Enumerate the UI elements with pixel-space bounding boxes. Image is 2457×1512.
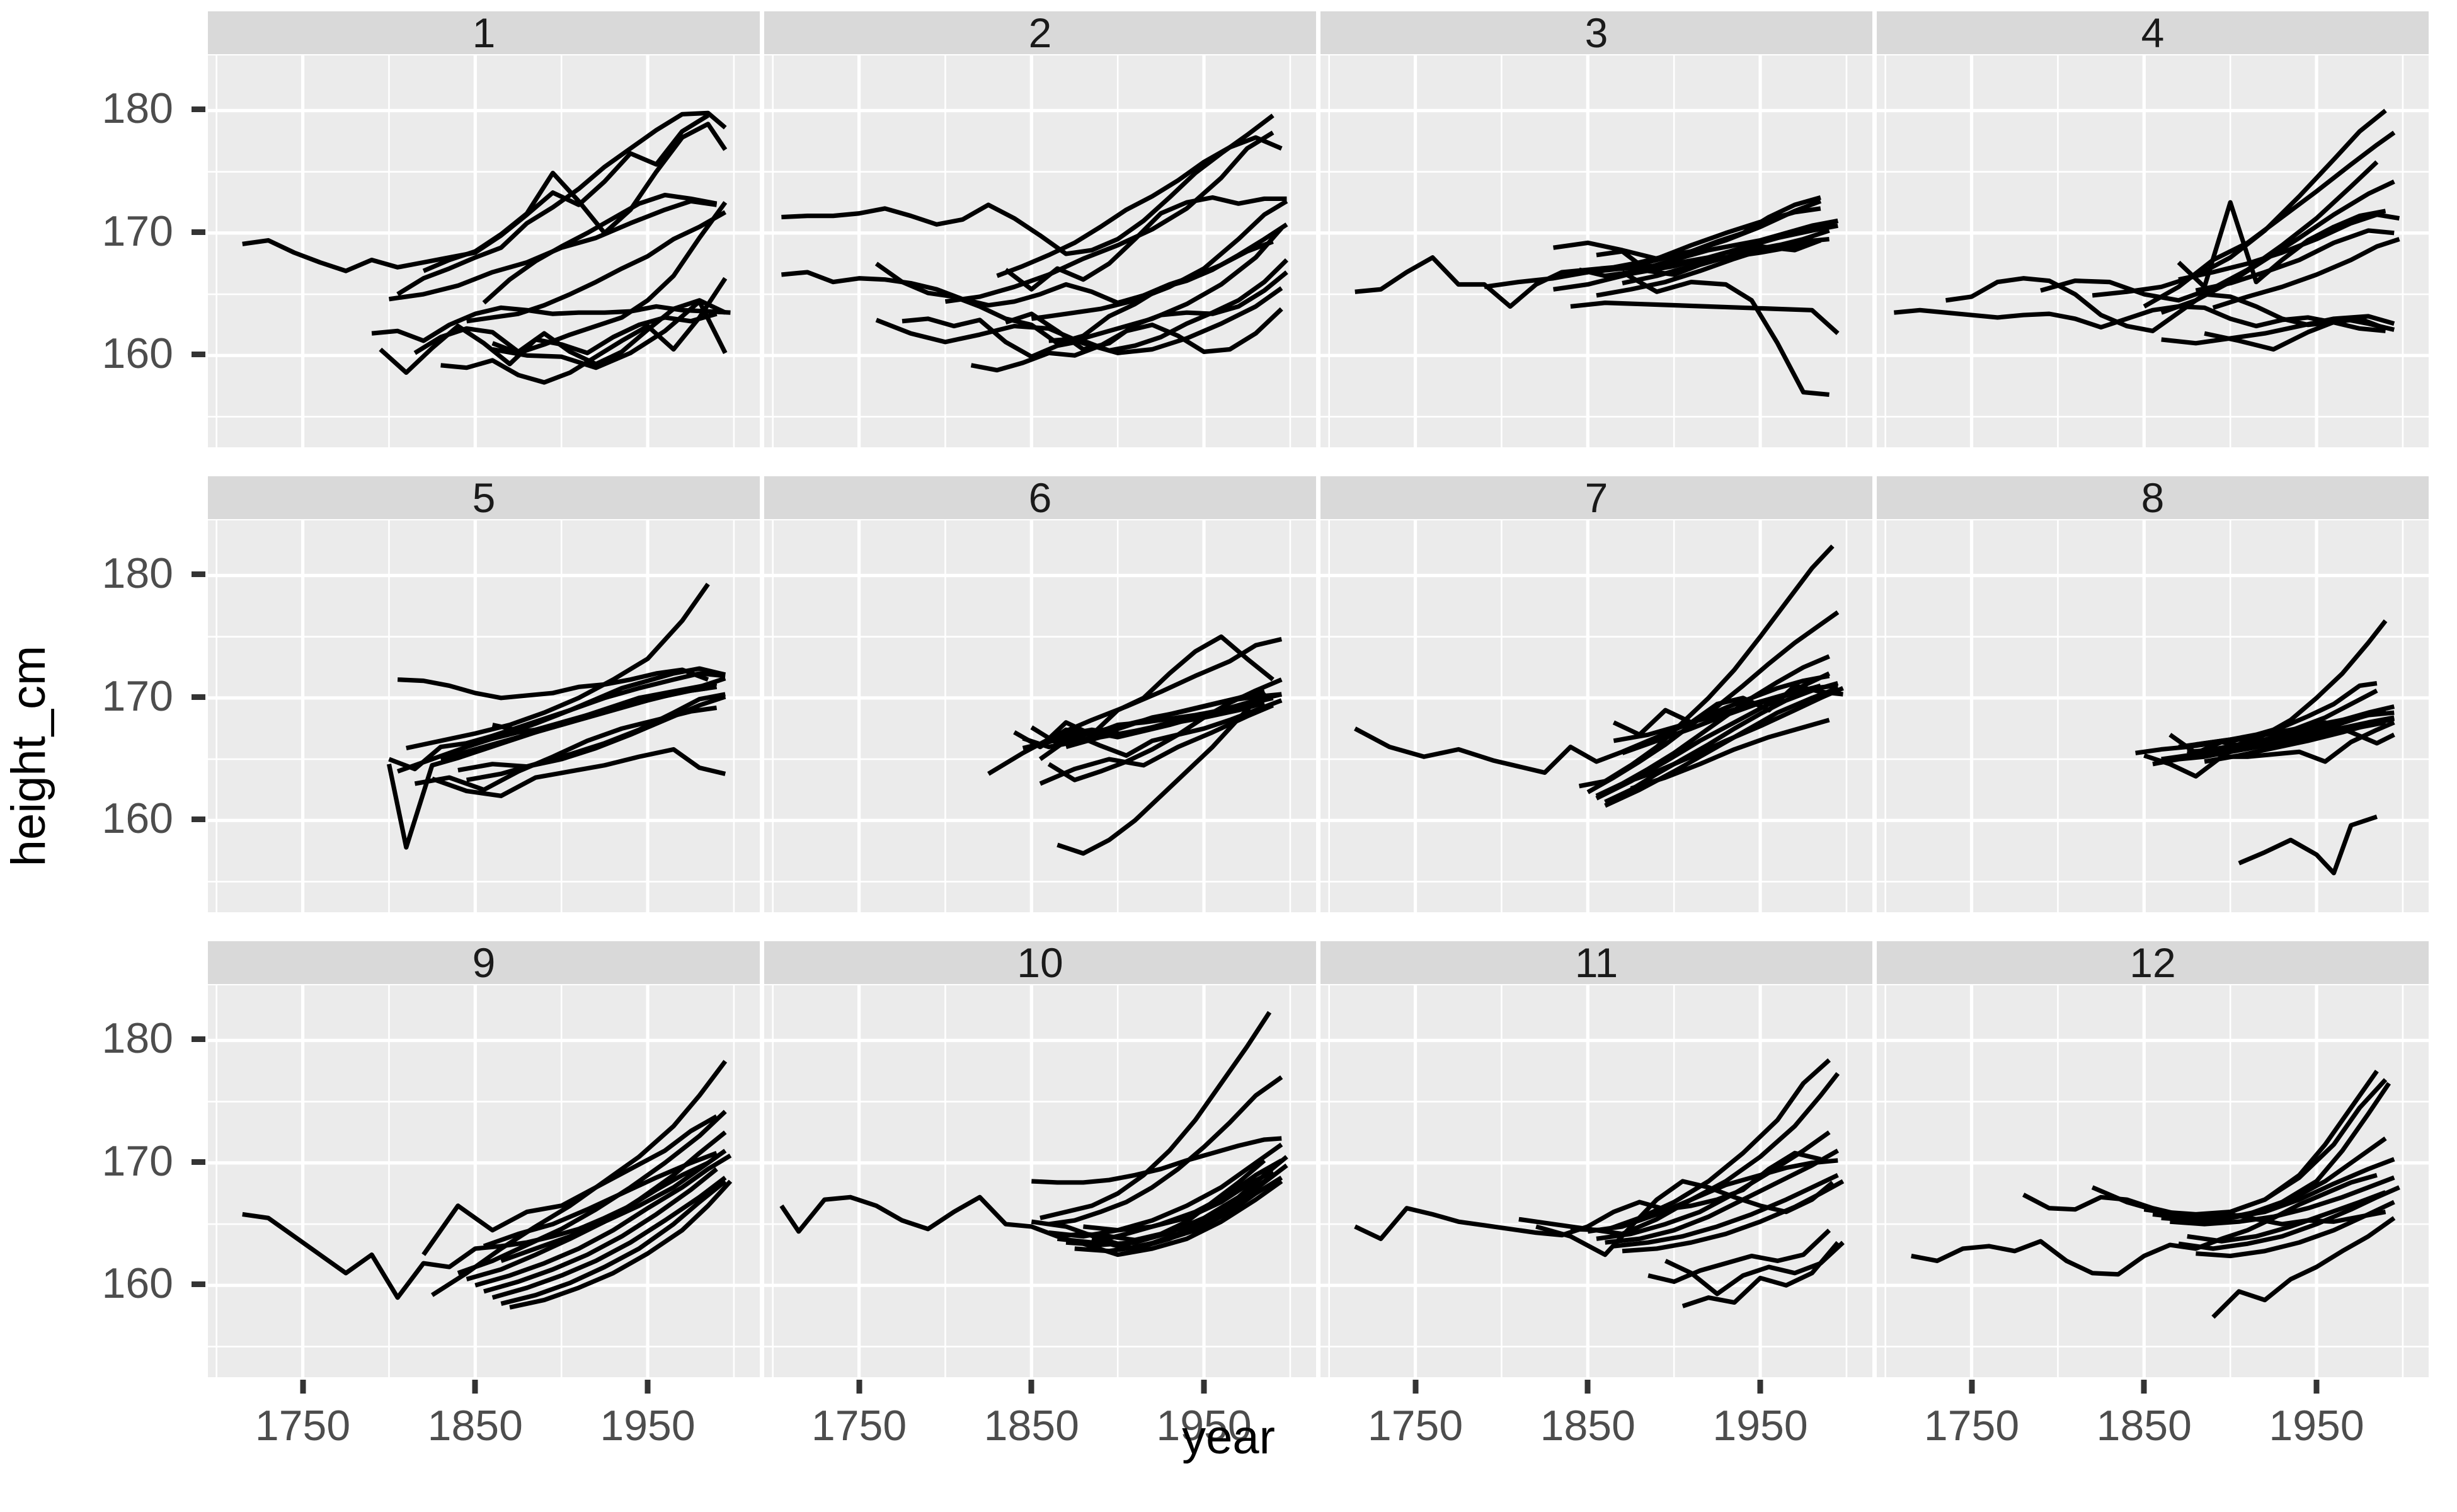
facet-panel-10: 10 xyxy=(764,941,1316,1377)
y-tick-mark xyxy=(192,816,205,823)
facet-panel-11: 11 xyxy=(1320,941,1872,1377)
panel-body-12 xyxy=(1877,985,2429,1377)
x-tick-mark xyxy=(300,1380,306,1394)
panel-body-9 xyxy=(208,985,760,1377)
y-tick-mark xyxy=(192,352,205,358)
y-tick-mark xyxy=(192,571,205,578)
series-line xyxy=(484,195,717,303)
panel-body-4 xyxy=(1877,55,2429,447)
y-tick-mark xyxy=(192,106,205,113)
x-axis-title: year xyxy=(1182,1411,1275,1464)
facet-strip-label: 2 xyxy=(764,11,1316,54)
y-tick-label: 180 xyxy=(101,1014,173,1063)
facet-strip-label: 10 xyxy=(764,941,1316,984)
y-tick-label: 180 xyxy=(101,84,173,133)
facet-strip-label: 3 xyxy=(1320,11,1872,54)
x-tick-mark xyxy=(1412,1380,1419,1394)
y-tick-label: 180 xyxy=(101,549,173,598)
facet-strip-label: 7 xyxy=(1320,476,1872,519)
y-tick-label: 160 xyxy=(101,329,173,378)
x-tick-mark xyxy=(472,1380,478,1394)
facet-panel-3: 3 xyxy=(1320,11,1872,447)
y-tick-label: 170 xyxy=(101,1137,173,1185)
y-tick-label: 170 xyxy=(101,672,173,720)
facet-strip-label: 1 xyxy=(208,11,760,54)
facet-panel-6: 6 xyxy=(764,476,1316,912)
facet-panel-4: 4 xyxy=(1877,11,2429,447)
series-line xyxy=(945,132,1273,301)
y-tick-mark xyxy=(192,1281,205,1288)
y-tick-mark xyxy=(192,1036,205,1043)
panel-body-6 xyxy=(764,520,1316,912)
facet-strip-label: 5 xyxy=(208,476,760,519)
x-tick-mark xyxy=(1584,1380,1591,1394)
y-tick-mark xyxy=(192,694,205,700)
facet-panel-2: 2 xyxy=(764,11,1316,447)
x-tick-mark xyxy=(2141,1380,2147,1394)
x-tick-mark xyxy=(1757,1380,1763,1394)
facet-strip-label: 11 xyxy=(1320,941,1872,984)
y-tick-mark xyxy=(192,1159,205,1165)
x-tick-mark xyxy=(1028,1380,1034,1394)
facet-panel-12: 12 xyxy=(1877,941,2429,1377)
facet-panel-9: 9 xyxy=(208,941,760,1377)
series-line xyxy=(2239,816,2377,873)
y-tick-label: 170 xyxy=(101,207,173,255)
facet-panel-5: 5 xyxy=(208,476,760,912)
x-tick-mark xyxy=(1969,1380,1975,1394)
series-line xyxy=(1622,272,1830,394)
x-tick-mark xyxy=(856,1380,862,1394)
facet-strip-label: 4 xyxy=(1877,11,2429,54)
y-tick-label: 160 xyxy=(101,794,173,843)
x-tick-mark xyxy=(2313,1380,2320,1394)
panel-body-7 xyxy=(1320,520,1872,912)
series-line xyxy=(1596,656,1830,796)
panel-body-2 xyxy=(764,55,1316,447)
panel-body-3 xyxy=(1320,55,1872,447)
x-tick-mark xyxy=(644,1380,651,1394)
panel-body-8 xyxy=(1877,520,2429,912)
panel-body-11 xyxy=(1320,985,1872,1377)
facet-strip-label: 6 xyxy=(764,476,1316,519)
series-line xyxy=(1571,303,1838,334)
facet-strip-label: 12 xyxy=(1877,941,2429,984)
facet-panel-8: 8 xyxy=(1877,476,2429,912)
y-tick-label: 160 xyxy=(101,1259,173,1308)
facet-strip-label: 9 xyxy=(208,941,760,984)
x-tick-mark xyxy=(1201,1380,1207,1394)
facet-strip-label: 8 xyxy=(1877,476,2429,519)
panel-body-10 xyxy=(764,985,1316,1377)
faceted-line-chart: height_cm 160 170 180 160 170 180 160 170 180 17… xyxy=(0,0,2457,1512)
y-tick-mark xyxy=(192,229,205,235)
panel-body-5 xyxy=(208,520,760,912)
facet-panel-7: 7 xyxy=(1320,476,1872,912)
panel-body-1 xyxy=(208,55,760,447)
facet-panel-1: 1 xyxy=(208,11,760,447)
